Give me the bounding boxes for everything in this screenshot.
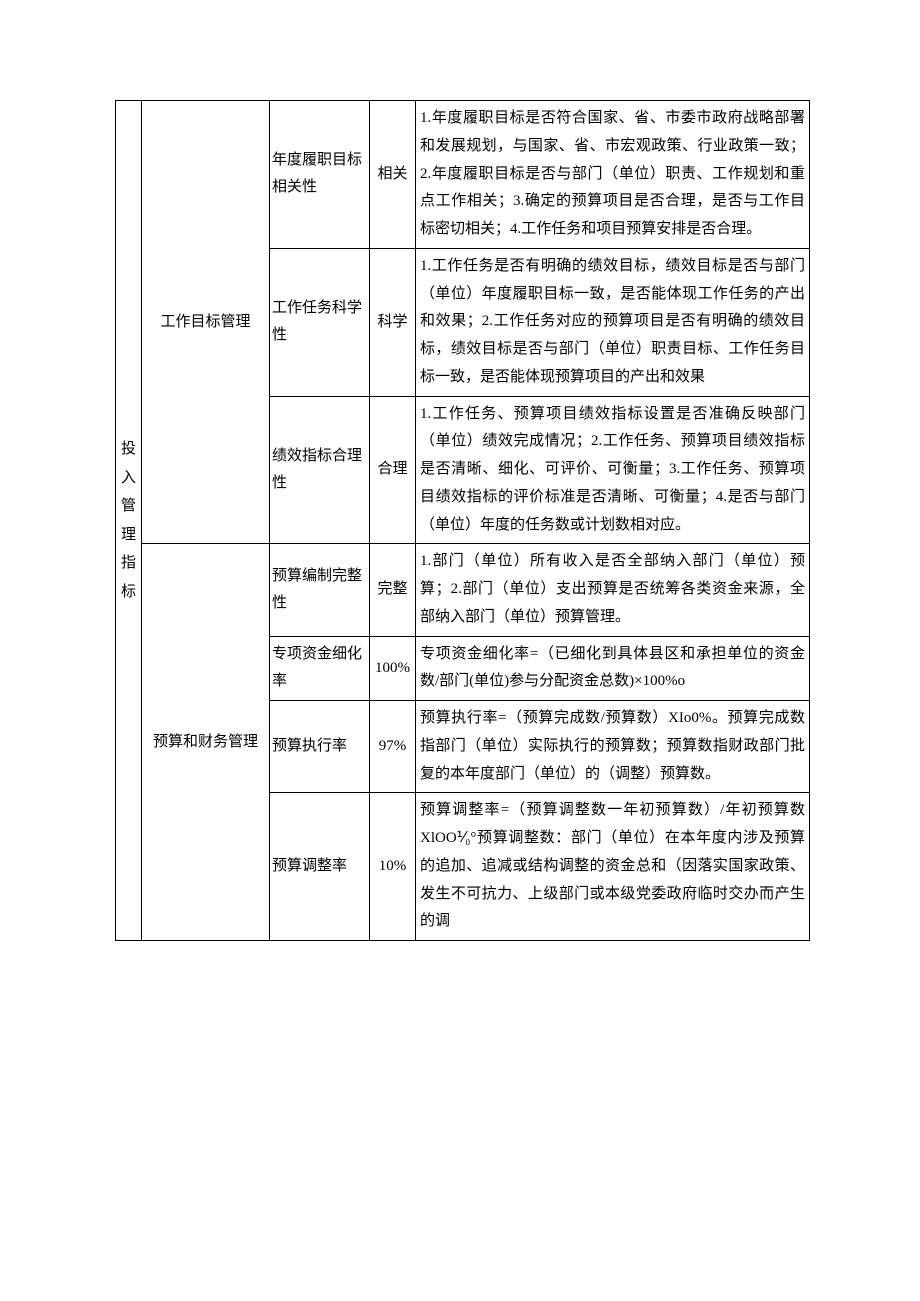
col5-description: 1.年度履职目标是否符合国家、省、市委市政府战略部署和发展规划，与国家、省、市宏…	[416, 101, 810, 249]
col1-group: 投入管理指标	[116, 101, 142, 941]
col4-target: 100%	[370, 636, 416, 701]
col5-description: 预算执行率=（预算完成数/预算数）XIo0%。预算完成数指部门（单位）实际执行的…	[416, 701, 810, 793]
col4-target: 10%	[370, 793, 416, 941]
col2-category: 工作目标管理	[142, 101, 270, 544]
col5-description: 1.部门（单位）所有收入是否全部纳入部门（单位）预算；2.部门（单位）支出预算是…	[416, 544, 810, 636]
col3-indicator: 绩效指标合理性	[270, 396, 370, 544]
col3-indicator: 预算编制完整性	[270, 544, 370, 636]
col3-indicator: 预算调整率	[270, 793, 370, 941]
col4-target: 完整	[370, 544, 416, 636]
col5-description: 1.工作任务是否有明确的绩效目标，绩效目标是否与部门（单位）年度履职目标一致，是…	[416, 248, 810, 396]
indicator-table: 投入管理指标工作目标管理年度履职目标相关性相关1.年度履职目标是否符合国家、省、…	[115, 100, 810, 941]
table-row: 投入管理指标工作目标管理年度履职目标相关性相关1.年度履职目标是否符合国家、省、…	[116, 101, 810, 249]
col4-target: 科学	[370, 248, 416, 396]
col3-indicator: 年度履职目标相关性	[270, 101, 370, 249]
col3-indicator: 专项资金细化率	[270, 636, 370, 701]
col4-target: 97%	[370, 701, 416, 793]
col5-description: 专项资金细化率=（已细化到具体县区和承担单位的资金数/部门(单位)参与分配资金总…	[416, 636, 810, 701]
col5-description: 预算调整率=（预算调整数一年初预算数）/年初预算数 XlOO⅟₀°预算调整数：部…	[416, 793, 810, 941]
col5-description: 1.工作任务、预算项目绩效指标设置是否准确反映部门（单位）绩效完成情况；2.工作…	[416, 396, 810, 544]
col4-target: 合理	[370, 396, 416, 544]
col2-category: 预算和财务管理	[142, 544, 270, 941]
table-row: 预算和财务管理预算编制完整性完整1.部门（单位）所有收入是否全部纳入部门（单位）…	[116, 544, 810, 636]
col3-indicator: 工作任务科学性	[270, 248, 370, 396]
col4-target: 相关	[370, 101, 416, 249]
col3-indicator: 预算执行率	[270, 701, 370, 793]
